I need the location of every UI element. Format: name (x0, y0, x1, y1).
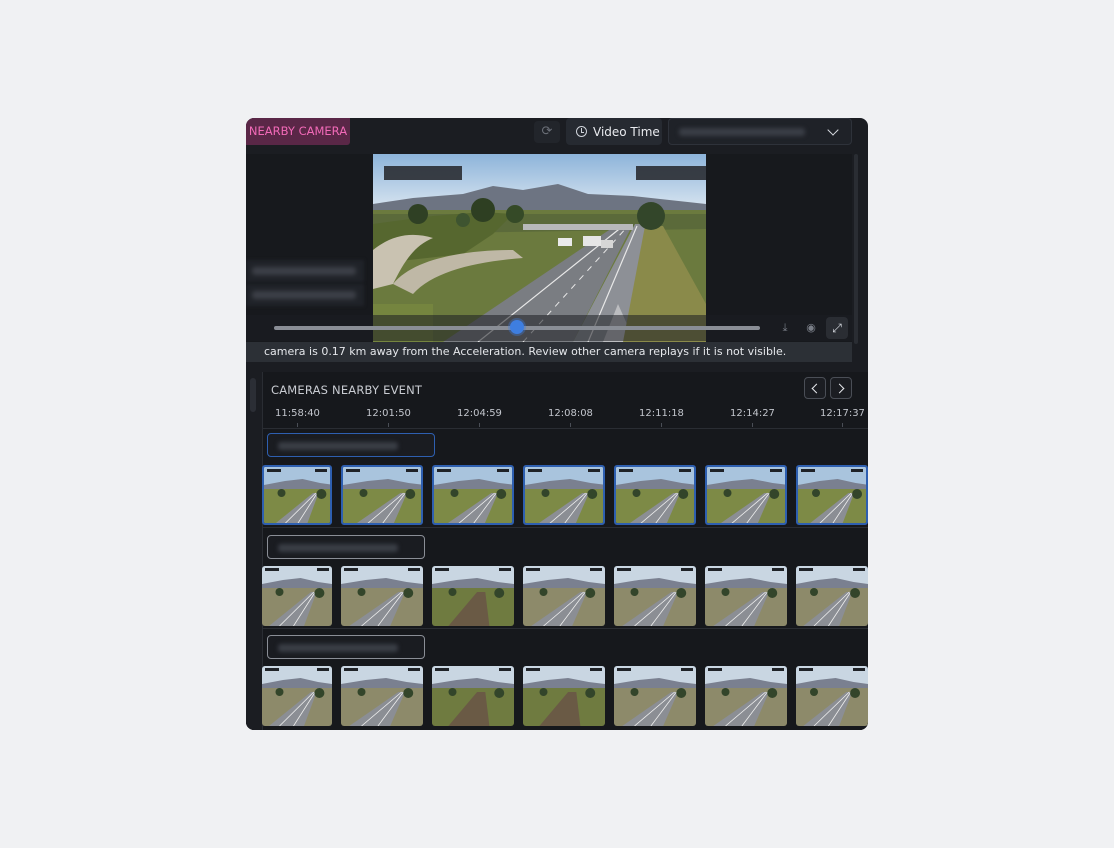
camera-thumbnail[interactable] (432, 566, 514, 626)
camera-thumbnail[interactable] (796, 566, 868, 626)
camera-thumbnail-row (262, 465, 868, 525)
camera-select-value-redacted (679, 128, 805, 136)
camera-thumbnail[interactable] (341, 666, 423, 726)
eye-icon[interactable]: ◉ (802, 320, 820, 336)
camera-thumbnail[interactable] (614, 566, 696, 626)
video-time-label: Video Time (593, 124, 660, 139)
prev-button[interactable] (804, 377, 826, 399)
camera-row-label[interactable] (267, 635, 425, 659)
camera-thumbnail[interactable] (796, 465, 868, 525)
video-overlay-label (636, 166, 706, 180)
time-tick: 12:04:59 (457, 408, 502, 427)
camera-thumbnail[interactable] (262, 666, 332, 726)
camera-thumbnail-row (262, 566, 868, 626)
time-tick: 12:08:08 (548, 408, 593, 427)
camera-thumbnail-row (262, 666, 868, 726)
camera-thumbnail[interactable] (432, 465, 514, 525)
expand-icon[interactable]: ⤢ (826, 317, 848, 339)
camera-thumbnail[interactable] (341, 566, 423, 626)
overlay-info-redacted (246, 284, 364, 306)
overlay-info-redacted (246, 260, 364, 282)
time-tick: 12:01:50 (366, 408, 411, 427)
chevron-down-icon (827, 124, 839, 136)
distance-notice: camera is 0.17 km away from the Accelera… (246, 342, 852, 362)
camera-row-label-selected[interactable] (267, 433, 435, 457)
camera-thumbnail[interactable] (432, 666, 514, 726)
camera-select[interactable] (668, 118, 852, 145)
camera-video-frame (373, 154, 706, 342)
time-axis: 11:58:40 12:01:50 12:04:59 12:08:08 12:1… (262, 406, 868, 429)
camera-thumbnail[interactable] (705, 465, 787, 525)
cameras-timeline: CAMERAS NEARBY EVENT 11:58:40 12:01:50 1… (246, 372, 868, 730)
refresh-icon[interactable]: ⟳ (534, 121, 560, 143)
download-icon[interactable]: ⤓ (776, 320, 794, 336)
timeline-title: CAMERAS NEARBY EVENT (271, 383, 423, 397)
player-controls: ⤓ ◉ ⤢ (246, 315, 852, 341)
chevron-right-icon (834, 383, 845, 393)
highway-camera-image (373, 154, 706, 342)
camera-thumbnail[interactable] (262, 465, 332, 525)
nearby-camera-badge: NEARBY CAMERA (246, 118, 350, 145)
camera-thumbnail[interactable] (796, 666, 868, 726)
scrollbar[interactable] (854, 154, 858, 344)
clock-icon (576, 126, 587, 137)
next-button[interactable] (830, 377, 852, 399)
camera-thumbnail[interactable] (614, 666, 696, 726)
video-overlay-label (384, 166, 462, 180)
camera-thumbnail[interactable] (523, 465, 605, 525)
time-tick: 11:58:40 (275, 408, 320, 427)
nearby-camera-panel: NEARBY CAMERA ⟳ Video Time ⤓ ◉ ⤢ camera … (246, 118, 868, 730)
camera-thumbnail[interactable] (705, 566, 787, 626)
camera-thumbnail[interactable] (705, 666, 787, 726)
video-time-button[interactable]: Video Time (566, 118, 662, 145)
time-tick: 12:11:18 (639, 408, 684, 427)
chevron-left-icon (811, 383, 822, 393)
timeline-gutter (246, 372, 263, 730)
camera-thumbnail[interactable] (341, 465, 423, 525)
time-tick: 12:14:27 (730, 408, 775, 427)
camera-row-label[interactable] (267, 535, 425, 559)
camera-thumbnail[interactable] (614, 465, 696, 525)
camera-thumbnail[interactable] (262, 566, 332, 626)
seek-handle[interactable] (510, 320, 524, 334)
time-tick: 12:17:37 (820, 408, 865, 427)
video-player[interactable]: ⤓ ◉ ⤢ (246, 154, 852, 342)
camera-thumbnail[interactable] (523, 566, 605, 626)
scrollbar[interactable] (250, 378, 256, 412)
camera-thumbnail[interactable] (523, 666, 605, 726)
